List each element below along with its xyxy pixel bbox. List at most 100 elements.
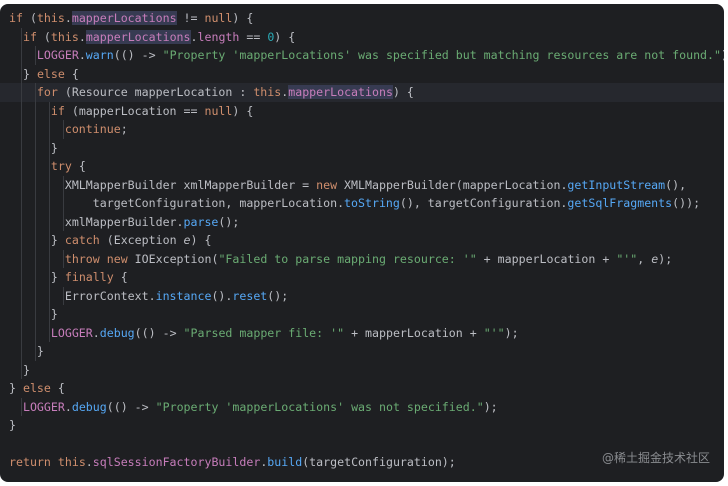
code-editor[interactable]: if (this.mapperLocations != null) { if (…	[0, 4, 724, 482]
code-line[interactable]: if (this.mapperLocations.length == 0) {	[0, 27, 724, 46]
code-line[interactable]: try {	[0, 157, 724, 176]
code-token: ) {	[190, 233, 212, 247]
code-token: ,	[637, 251, 652, 266]
code-line[interactable]: xmlMapperBuilder.parse();	[0, 212, 724, 231]
code-token: mapperLocations	[85, 29, 191, 44]
indent-guide	[34, 83, 36, 102]
code-token: sqlSessionFactoryBuilder	[92, 455, 261, 469]
indent-guide	[20, 231, 22, 250]
code-token: {	[64, 66, 79, 81]
code-token: continue	[64, 122, 121, 136]
indent-guide	[20, 286, 22, 305]
code-token: this	[57, 455, 86, 469]
code-line[interactable]: } finally {	[0, 268, 724, 287]
code-token: return	[9, 455, 51, 469]
watermark: @稀土掘金技术社区	[601, 451, 710, 465]
indent-guide	[34, 342, 36, 361]
indent-guide	[34, 138, 36, 157]
code-line[interactable]: } else {	[0, 379, 724, 398]
code-token: !=	[176, 11, 205, 25]
indent-guide	[48, 231, 50, 250]
indent-guide	[20, 360, 22, 379]
code-line[interactable]: if (mapperLocation == null) {	[0, 101, 724, 120]
code-token: LOGGER	[50, 325, 93, 340]
code-line[interactable]: XMLMapperBuilder xmlMapperBuilder = new …	[0, 175, 724, 194]
code-area[interactable]: if (this.mapperLocations != null) { if (…	[0, 9, 724, 472]
code-token: ) {	[392, 85, 414, 99]
code-token: length	[197, 29, 240, 44]
code-line[interactable]: }	[0, 342, 724, 361]
code-token: (targetConfiguration);	[302, 455, 456, 469]
indent-guide	[62, 286, 64, 305]
indent-guide	[48, 305, 50, 324]
code-token: this	[36, 11, 65, 25]
code-token: for	[36, 85, 58, 99]
code-token: catch	[64, 233, 100, 247]
code-line[interactable]: continue;	[0, 120, 724, 139]
indent-guide	[20, 83, 22, 102]
code-token: LOGGER	[22, 399, 65, 414]
indent-guide	[20, 342, 22, 361]
code-token: getInputStream	[567, 177, 666, 192]
indent-guide	[20, 101, 22, 120]
code-token: XMLMapperBuilder(mapperLocation.	[337, 177, 568, 192]
indent-guide	[20, 27, 22, 46]
code-line[interactable]: }	[0, 305, 724, 324]
code-token: (() ->	[134, 325, 184, 340]
code-line[interactable]: }	[0, 138, 724, 157]
code-token: LOGGER	[36, 48, 79, 62]
indent-guide	[20, 249, 22, 268]
indent-guide	[20, 157, 22, 176]
code-token: xmlMapperBuilder.	[64, 214, 184, 229]
code-token: (() ->	[113, 48, 163, 62]
code-line[interactable]: LOGGER.debug(() -> "Property 'mapperLoca…	[0, 397, 724, 416]
indent-guide	[48, 249, 50, 268]
code-token: .	[78, 29, 86, 44]
code-token: }	[9, 418, 16, 432]
code-line[interactable]: } catch (Exception e) {	[0, 231, 724, 250]
code-line[interactable]: }	[0, 416, 724, 435]
code-line[interactable]: } else {	[0, 64, 724, 83]
code-token: getSqlFragments	[567, 196, 673, 210]
indent-guide	[48, 101, 50, 120]
code-token: if	[9, 11, 23, 25]
code-token: "Property 'mapperLocations' was not spec…	[155, 399, 484, 414]
code-token: null	[204, 103, 233, 118]
code-token: ) {	[232, 103, 254, 118]
code-token: IOException(	[127, 251, 219, 266]
code-token: warn	[85, 48, 114, 62]
code-token: else	[36, 66, 65, 81]
code-token: try	[50, 159, 72, 173]
code-token: {	[113, 270, 128, 284]
code-line[interactable]: targetConfiguration, mapperLocation.toSt…	[0, 194, 724, 213]
indent-guide	[34, 249, 36, 268]
indent-guide	[20, 397, 22, 416]
code-line[interactable]: LOGGER.debug(() -> "Parsed mapper file: …	[0, 323, 724, 342]
indent-guide	[20, 323, 22, 342]
code-token: .	[190, 29, 198, 44]
indent-guide	[20, 212, 22, 231]
code-token: ());	[672, 196, 701, 210]
code-line[interactable]: for (Resource mapperLocation : this.mapp…	[0, 83, 724, 102]
indent-guide	[20, 64, 22, 83]
code-token: {	[50, 381, 65, 395]
code-line[interactable]: }	[0, 360, 724, 379]
code-token: }	[50, 270, 65, 284]
code-line[interactable]: ErrorContext.instance().reset();	[0, 286, 724, 305]
code-token: .	[78, 48, 86, 62]
code-token: (	[22, 11, 37, 25]
code-line[interactable]: if (this.mapperLocations != null) {	[0, 9, 724, 28]
indent-guide	[48, 175, 50, 194]
code-line[interactable]: LOGGER.warn(() -> "Property 'mapperLocat…	[0, 46, 724, 65]
code-token: else	[22, 381, 51, 395]
code-line[interactable]: throw new IOException("Failed to parse m…	[0, 249, 724, 268]
